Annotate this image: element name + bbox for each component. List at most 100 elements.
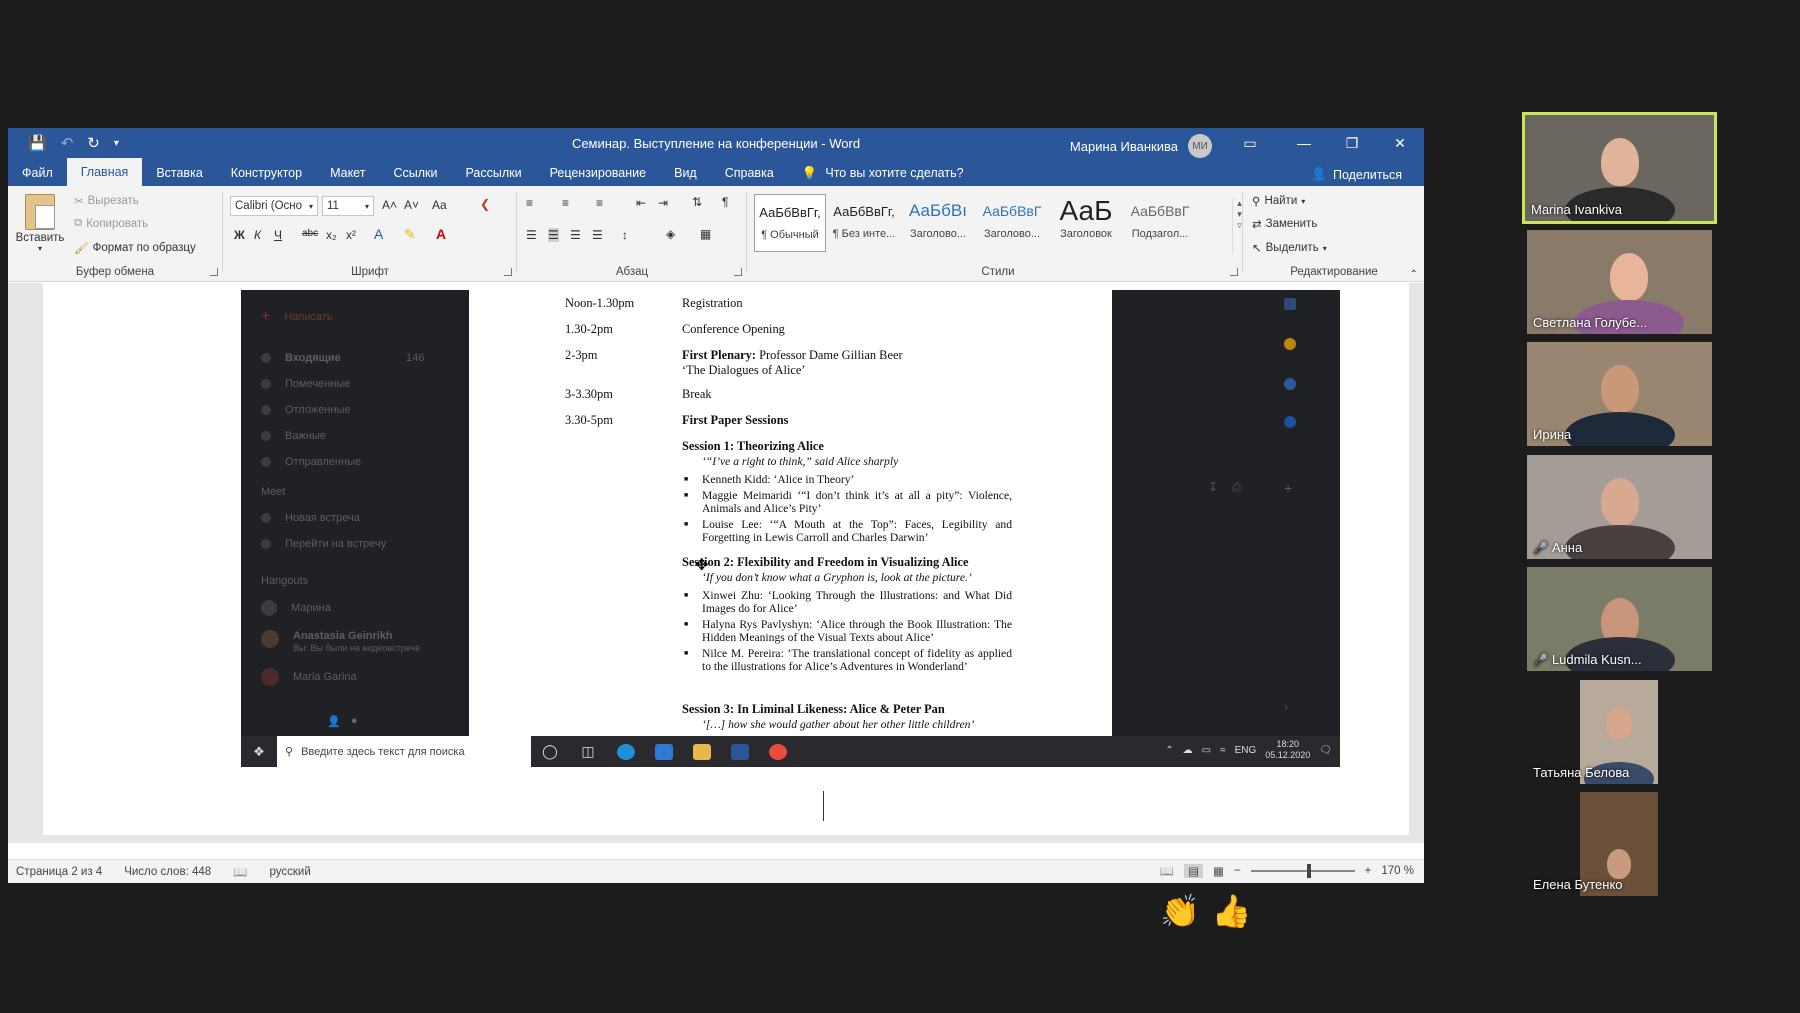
tab-help[interactable]: Справка [711, 160, 788, 186]
style-subtitle[interactable]: АаБбВвГ Подзагол... [1124, 194, 1196, 252]
superscript-button[interactable]: x² [346, 228, 356, 242]
word-count[interactable]: Число слов: 448 [124, 866, 211, 878]
style-title[interactable]: АаБ Заголовок [1050, 194, 1122, 252]
font-name-select[interactable]: Calibri (Осно ▾ [230, 196, 318, 216]
strikethrough-button[interactable]: abc [302, 228, 318, 239]
read-mode-icon[interactable]: 📖 [1160, 864, 1174, 878]
zoom-in-icon[interactable]: + [1365, 865, 1372, 877]
zoom-out-icon[interactable]: − [1234, 865, 1241, 877]
move-cursor-icon: ✥ [695, 555, 709, 574]
undo-icon[interactable]: ↶ [61, 134, 74, 152]
tab-file[interactable]: Файл [8, 160, 67, 186]
clipboard-group: Вставить ▾ ✂ Вырезать ⧉ Копировать 🖌 Формат… [8, 186, 222, 282]
cut-button[interactable]: ✂ Вырезать [74, 194, 139, 208]
style-heading-1[interactable]: АаБбВı Заголово... [902, 194, 974, 252]
bold-button[interactable]: Ж [234, 228, 245, 242]
tab-home[interactable]: Главная [66, 158, 143, 186]
user-account[interactable]: Марина Иванкива МИ [1070, 134, 1212, 158]
grow-font-icon[interactable]: A˄ [382, 198, 397, 212]
clear-formatting-icon[interactable]: ❮ [480, 197, 490, 211]
tab-design[interactable]: Конструктор [217, 160, 316, 186]
proofing-icon[interactable]: 📖 [233, 865, 247, 879]
underline-button[interactable]: Ч [274, 228, 282, 242]
font-size-select[interactable]: 11 ▾ [322, 196, 374, 216]
tab-mailings[interactable]: Рассылки [451, 160, 535, 186]
style-heading-2[interactable]: АаБбВвГ Заголово... [976, 194, 1048, 252]
align-left-icon[interactable]: ☰ [526, 228, 537, 242]
paragraph-group: ≡ ≡ ≡ ⇤ ⇥ ⇅ ¶ ☰ ☰ ☰ ☰ ↕ ◈ ▦ Абзац [518, 186, 746, 282]
highlight-icon[interactable]: ✎ [404, 226, 416, 243]
shading-icon[interactable]: ◈ [666, 227, 675, 241]
user-avatar[interactable]: МИ [1188, 134, 1212, 158]
wifi-icon: ≈ [1220, 744, 1226, 756]
ribbon-display-options-icon[interactable]: ▭ [1220, 128, 1280, 158]
decrease-indent-icon[interactable]: ⇤ [636, 196, 646, 210]
borders-icon[interactable]: ▦ [700, 227, 711, 241]
save-icon[interactable]: 💾 [28, 134, 47, 152]
star-icon [261, 379, 271, 389]
numbering-icon[interactable]: ≡ [562, 196, 569, 210]
zoom-slider-thumb[interactable] [1306, 864, 1311, 878]
change-case-icon[interactable]: Aa [432, 198, 447, 212]
participant-tile[interactable]: Елена Бутенко [1527, 792, 1712, 896]
print-layout-icon[interactable]: ▤ [1184, 864, 1204, 878]
format-painter-button[interactable]: 🖌 Формат по образцу [74, 241, 196, 255]
qat-dropdown-icon[interactable]: ▾ [114, 138, 119, 149]
replace-button[interactable]: ⇄ Заменить [1252, 217, 1317, 231]
participant-tile[interactable]: Светлана Голубе... [1527, 230, 1712, 334]
text-effects-icon[interactable]: A [374, 226, 383, 242]
participant-tile[interactable]: 🎤 Анна [1527, 455, 1712, 559]
tell-me-search[interactable]: 💡 Что вы хотите сделать? [788, 160, 964, 186]
bullets-icon[interactable]: ≡ [526, 196, 533, 210]
close-button[interactable]: ✕ [1376, 128, 1424, 158]
group-label: Редактирование [1290, 266, 1378, 278]
language-indicator[interactable]: русский [269, 866, 310, 878]
paste-button[interactable]: Вставить ▾ [12, 190, 68, 258]
increase-indent-icon[interactable]: ⇥ [658, 196, 668, 210]
tab-view[interactable]: Вид [660, 160, 711, 186]
participant-tile[interactable]: Marina Ivankiva [1522, 112, 1717, 224]
collapse-ribbon-icon[interactable]: ⌃ [1410, 269, 1418, 280]
page-count[interactable]: Страница 2 из 4 [16, 866, 102, 878]
participant-tile[interactable]: 🎤 Ludmila Kusn... [1527, 567, 1712, 671]
sort-icon[interactable]: ⇅ [692, 195, 702, 209]
align-center-icon[interactable]: ☰ [548, 228, 559, 242]
participant-tile[interactable]: Татьяна Белова [1527, 680, 1712, 784]
font-color-icon[interactable]: A [436, 226, 446, 242]
justify-icon[interactable]: ☰ [592, 228, 603, 242]
multilevel-list-icon[interactable]: ≡ [596, 196, 603, 210]
copy-button[interactable]: ⧉ Копировать [74, 217, 148, 230]
restore-button[interactable]: ❐ [1328, 128, 1376, 158]
select-button[interactable]: ↖ Выделить ▾ [1252, 241, 1327, 255]
style-normal[interactable]: АаБбВвГг, ¶ Обычный [754, 194, 826, 252]
minimize-button[interactable]: — [1280, 128, 1328, 158]
tab-layout[interactable]: Макет [316, 160, 379, 186]
shrink-font-icon[interactable]: A˅ [404, 198, 419, 212]
subscript-button[interactable]: x₂ [326, 228, 337, 242]
tab-review[interactable]: Рецензирование [536, 160, 661, 186]
share-button[interactable]: 👤 Поделиться [1311, 167, 1402, 182]
web-layout-icon[interactable]: ▦ [1213, 864, 1224, 878]
italic-button[interactable]: К [254, 228, 261, 242]
tab-insert[interactable]: Вставка [142, 160, 216, 186]
divider [516, 192, 517, 272]
redo-icon[interactable]: ↻ [87, 134, 100, 152]
cursor-icon: ↖ [1252, 243, 1262, 255]
dialog-launcher-icon[interactable] [734, 268, 742, 276]
list-item: Xinwei Zhu: ‘Looking Through the Illustr… [682, 589, 1012, 615]
dialog-launcher-icon[interactable] [1230, 268, 1238, 276]
dialog-launcher-icon[interactable] [210, 268, 218, 276]
divider [746, 192, 747, 272]
find-button[interactable]: ⚲ Найти ▾ [1252, 194, 1305, 208]
pilcrow-icon[interactable]: ¶ [722, 195, 728, 209]
tab-references[interactable]: Ссылки [379, 160, 451, 186]
style-no-spacing[interactable]: АаБбВвГг, ¶ Без инте... [828, 194, 900, 252]
align-right-icon[interactable]: ☰ [570, 228, 581, 242]
zoom-level[interactable]: 170 % [1381, 865, 1414, 877]
zoom-slider[interactable] [1250, 864, 1355, 878]
dialog-launcher-icon[interactable] [504, 268, 512, 276]
gmail-item-label: Отложенные [285, 404, 351, 416]
keyboard-icon [261, 539, 271, 549]
participant-tile[interactable]: Ирина [1527, 342, 1712, 446]
line-spacing-icon[interactable]: ↕ [622, 228, 628, 242]
